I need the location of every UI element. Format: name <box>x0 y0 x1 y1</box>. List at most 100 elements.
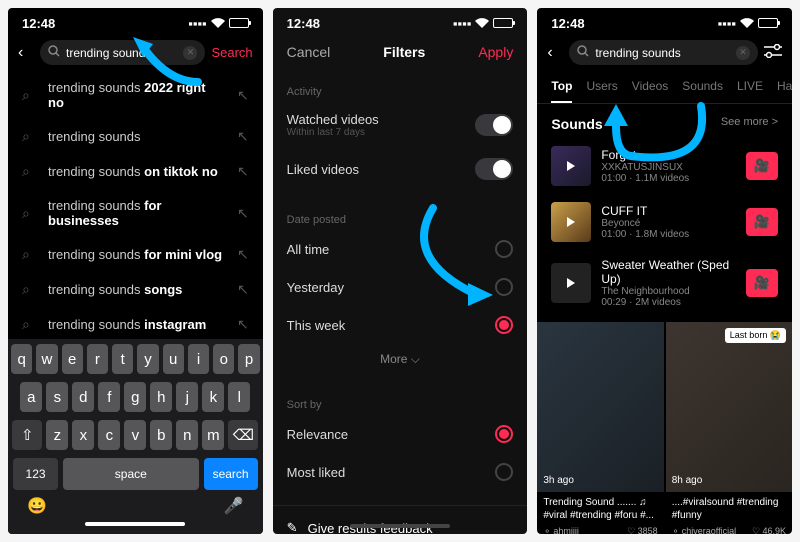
tab-videos[interactable]: Videos <box>632 79 668 103</box>
sound-item[interactable]: CUFF IT Beyoncé 01:00 · 1.8M videos 🎥 <box>537 194 792 250</box>
key-z[interactable]: z <box>46 420 68 450</box>
suggestion-item[interactable]: ⌕trending sounds songs↖ <box>8 272 263 307</box>
sound-thumbnail[interactable] <box>551 263 591 303</box>
sort-option-row[interactable]: Relevance <box>273 415 528 453</box>
key-d[interactable]: d <box>72 382 94 412</box>
search-input[interactable]: trending sounds ✕ <box>40 40 205 65</box>
key-s[interactable]: s <box>46 382 68 412</box>
sound-item[interactable]: Sweater Weather (Sped Up) The Neighbourh… <box>537 250 792 316</box>
key-search[interactable]: search <box>204 458 258 490</box>
sound-item[interactable]: Forget XXKATUSJINSUX 01:00 · 1.1M videos… <box>537 138 792 194</box>
clear-search-button[interactable]: ✕ <box>183 46 197 60</box>
tab-hashtags[interactable]: Hashta <box>777 79 792 103</box>
watched-videos-row[interactable]: Watched videos Within last 7 days <box>273 102 528 148</box>
radio-button[interactable] <box>495 316 513 334</box>
fill-arrow-icon[interactable]: ↖ <box>237 205 249 222</box>
key-b[interactable]: b <box>150 420 172 450</box>
like-count: ♡ 3858 <box>627 526 658 534</box>
cancel-button[interactable]: Cancel <box>287 44 331 60</box>
liked-videos-row[interactable]: Liked videos <box>273 148 528 190</box>
search-icon: ⌕ <box>22 87 36 104</box>
search-icon: ⌕ <box>22 163 36 180</box>
key-l[interactable]: l <box>228 382 250 412</box>
home-indicator[interactable] <box>85 522 185 526</box>
fill-arrow-icon[interactable]: ↖ <box>237 316 249 333</box>
key-y[interactable]: y <box>137 344 158 374</box>
radio-button[interactable] <box>495 240 513 258</box>
date-option-row[interactable]: Yesterday <box>273 268 528 306</box>
key-r[interactable]: r <box>87 344 108 374</box>
back-button[interactable]: ‹ <box>18 44 34 62</box>
mic-button[interactable]: 🎤 <box>224 496 244 516</box>
fill-arrow-icon[interactable]: ↖ <box>237 163 249 180</box>
key-i[interactable]: i <box>188 344 209 374</box>
tab-top[interactable]: Top <box>551 79 572 103</box>
key-n[interactable]: n <box>176 420 198 450</box>
filter-button[interactable] <box>764 44 782 61</box>
record-button[interactable]: 🎥 <box>746 269 778 297</box>
emoji-button[interactable]: 😀 <box>27 496 47 516</box>
date-option-row[interactable]: All time <box>273 230 528 268</box>
suggestion-item[interactable]: ⌕trending sounds↖ <box>8 119 263 154</box>
key-space[interactable]: space <box>63 458 198 490</box>
key-backspace[interactable]: ⌫ <box>228 420 258 450</box>
fill-arrow-icon[interactable]: ↖ <box>237 128 249 145</box>
suggestion-item[interactable]: ⌕trending sounds instagram↖ <box>8 307 263 342</box>
toggle-switch[interactable] <box>475 158 513 180</box>
see-more-button[interactable]: See more > <box>721 116 778 132</box>
tab-sounds[interactable]: Sounds <box>682 79 723 103</box>
key-v[interactable]: v <box>124 420 146 450</box>
more-button[interactable]: More ⌵ <box>273 344 528 375</box>
key-shift[interactable]: ⇧ <box>12 420 42 450</box>
tab-users[interactable]: Users <box>586 79 617 103</box>
toggle-switch[interactable] <box>475 114 513 136</box>
date-option-row[interactable]: This week <box>273 306 528 344</box>
key-x[interactable]: x <box>72 420 94 450</box>
wifi-icon <box>211 16 225 31</box>
key-q[interactable]: q <box>11 344 32 374</box>
record-button[interactable]: 🎥 <box>746 152 778 180</box>
fill-arrow-icon[interactable]: ↖ <box>237 281 249 298</box>
key-o[interactable]: o <box>213 344 234 374</box>
feedback-button[interactable]: ✎ Give results feedback <box>273 505 528 534</box>
key-p[interactable]: p <box>238 344 259 374</box>
radio-button[interactable] <box>495 278 513 296</box>
keyboard[interactable]: qwertyuiop asdfghjkl ⇧zxcvbnm⌫ 123 space… <box>8 339 263 534</box>
key-a[interactable]: a <box>20 382 42 412</box>
key-m[interactable]: m <box>202 420 224 450</box>
sound-thumbnail[interactable] <box>551 146 591 186</box>
key-c[interactable]: c <box>98 420 120 450</box>
home-indicator[interactable] <box>350 524 450 528</box>
apply-button[interactable]: Apply <box>478 44 513 60</box>
radio-button[interactable] <box>495 425 513 443</box>
search-button[interactable]: Search <box>211 45 252 60</box>
video-item[interactable]: Last born 😭 8h ago <box>666 322 792 492</box>
video-item[interactable]: 3h ago <box>537 322 663 492</box>
key-u[interactable]: u <box>163 344 184 374</box>
sound-thumbnail[interactable] <box>551 202 591 242</box>
suggestion-item[interactable]: ⌕trending sounds on tiktok no↖ <box>8 154 263 189</box>
key-f[interactable]: f <box>98 382 120 412</box>
suggestion-item[interactable]: ⌕trending sounds for mini vlog↖ <box>8 237 263 272</box>
record-button[interactable]: 🎥 <box>746 208 778 236</box>
clear-search-button[interactable]: ✕ <box>736 46 750 60</box>
suggestion-item[interactable]: ⌕trending sounds for businesses↖ <box>8 189 263 237</box>
key-w[interactable]: w <box>36 344 57 374</box>
key-g[interactable]: g <box>124 382 146 412</box>
key-j[interactable]: j <box>176 382 198 412</box>
key-k[interactable]: k <box>202 382 224 412</box>
tab-live[interactable]: LIVE <box>737 79 763 103</box>
key-t[interactable]: t <box>112 344 133 374</box>
back-button[interactable]: ‹ <box>547 44 563 62</box>
key-e[interactable]: e <box>62 344 83 374</box>
fill-arrow-icon[interactable]: ↖ <box>237 87 249 104</box>
radio-button[interactable] <box>495 463 513 481</box>
signal-icon: ▪▪▪▪ <box>453 16 471 31</box>
fill-arrow-icon[interactable]: ↖ <box>237 246 249 263</box>
key-123[interactable]: 123 <box>13 458 58 490</box>
sort-option-row[interactable]: Most liked <box>273 453 528 491</box>
section-label: Activity <box>273 78 528 102</box>
suggestion-item[interactable]: ⌕trending sounds 2022 right no↖ <box>8 71 263 119</box>
key-h[interactable]: h <box>150 382 172 412</box>
search-input[interactable]: trending sounds ✕ <box>569 40 758 65</box>
